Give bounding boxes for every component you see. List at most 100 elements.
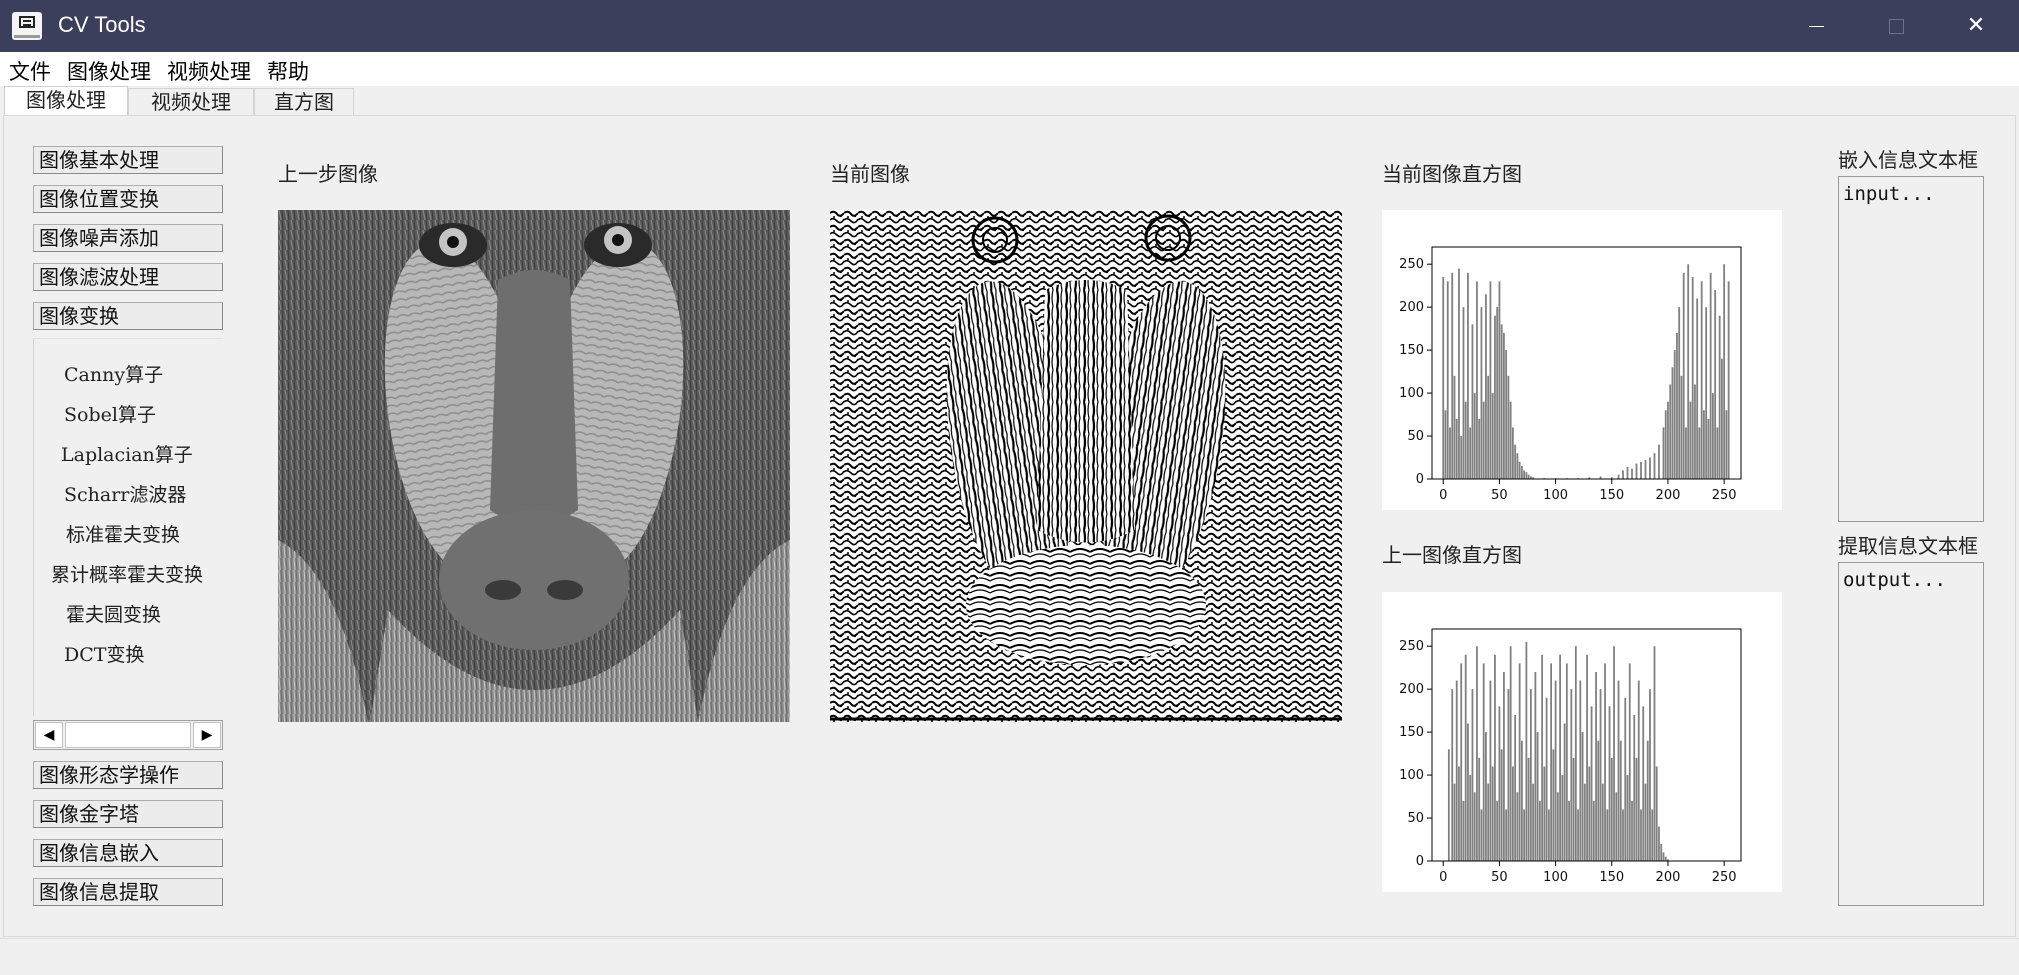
hist-bar xyxy=(1491,393,1494,479)
hist-bar xyxy=(1536,732,1539,861)
hist-bar xyxy=(1586,654,1588,861)
scroll-right-icon[interactable]: ▶ xyxy=(193,722,221,748)
hist-bar xyxy=(1473,792,1476,861)
extract-text-output[interactable]: output... xyxy=(1838,562,1984,906)
y-tick-label: 150 xyxy=(1399,343,1424,358)
menu-file[interactable]: 文件 xyxy=(9,56,51,86)
hist-bar xyxy=(1622,470,1624,479)
tool-transform[interactable]: 图像变换 xyxy=(33,302,223,330)
tool-info-extract[interactable]: 图像信息提取 xyxy=(33,878,223,906)
tab-video-processing[interactable]: 视频处理 xyxy=(128,88,254,116)
tool-basic-processing[interactable]: 图像基本处理 xyxy=(33,146,223,174)
hist-bar xyxy=(1480,809,1483,861)
hist-bar xyxy=(1604,663,1606,861)
hist-bar xyxy=(1460,663,1463,861)
hist-bar xyxy=(1523,470,1526,479)
tab-image-processing[interactable]: 图像处理 xyxy=(4,86,128,116)
hist-bar xyxy=(1446,281,1449,479)
hist-bar xyxy=(1482,401,1485,479)
y-tick-label: 250 xyxy=(1399,257,1424,272)
embed-text-input[interactable]: input... xyxy=(1838,176,1984,522)
menu-help[interactable]: 帮助 xyxy=(267,56,309,86)
hist-bar xyxy=(1597,740,1600,861)
hist-bar xyxy=(1678,307,1681,479)
y-tick-label: 50 xyxy=(1407,811,1424,826)
hist-bar xyxy=(1509,401,1512,479)
maximize-button[interactable] xyxy=(1856,0,1936,52)
hist-bar xyxy=(1503,332,1505,479)
x-tick-label: 200 xyxy=(1656,488,1681,503)
hist-bar xyxy=(1541,654,1544,861)
hist-bar xyxy=(1653,646,1656,861)
hist-bar xyxy=(1703,410,1705,479)
menu-video-processing[interactable]: 视频处理 xyxy=(167,56,251,86)
hist-bar xyxy=(1705,307,1708,479)
item-sobel[interactable]: Sobel算子 xyxy=(64,400,156,427)
hist-bar xyxy=(1550,663,1553,861)
hist-bar xyxy=(1662,427,1665,479)
item-scharr[interactable]: Scharr滤波器 xyxy=(64,480,186,507)
tool-position-transform[interactable]: 图像位置变换 xyxy=(33,185,223,213)
item-laplacian[interactable]: Laplacian算子 xyxy=(61,440,193,467)
tool-noise-add[interactable]: 图像噪声添加 xyxy=(33,224,223,252)
hist-bar xyxy=(1527,474,1530,479)
hist-bar xyxy=(1455,418,1458,479)
hist-bar xyxy=(1664,856,1667,861)
scroll-thumb[interactable] xyxy=(65,722,191,748)
menu-bar: 文件 图像处理 视频处理 帮助 xyxy=(0,52,2019,86)
hist-bar xyxy=(1671,367,1674,479)
hist-bar xyxy=(1514,444,1517,479)
hist-bar xyxy=(1525,472,1528,479)
tool-morphology[interactable]: 图像形态学操作 xyxy=(33,761,223,789)
hist-bar xyxy=(1512,766,1514,861)
tab-histogram[interactable]: 直方图 xyxy=(254,88,354,116)
hist-bar xyxy=(1554,680,1557,861)
x-tick-label: 200 xyxy=(1656,870,1681,885)
x-tick-label: 100 xyxy=(1543,870,1568,885)
hist-bar xyxy=(1496,307,1499,479)
hist-bar xyxy=(1649,457,1651,479)
hist-bar xyxy=(1507,689,1510,861)
hist-bar xyxy=(1626,466,1629,479)
hist-bar xyxy=(1505,809,1508,861)
y-tick-label: 250 xyxy=(1399,639,1424,654)
hist-bar xyxy=(1489,281,1492,479)
horizontal-scrollbar[interactable]: ◀ ▶ xyxy=(33,720,223,750)
embed-heading: 嵌入信息文本框 xyxy=(1838,148,1978,172)
scroll-left-icon[interactable]: ◀ xyxy=(35,722,63,748)
hist-bar xyxy=(1487,375,1490,479)
minimize-button[interactable] xyxy=(1776,0,1856,52)
item-hough-circle[interactable]: 霍夫圆变换 xyxy=(66,600,161,627)
hist-bar xyxy=(1646,740,1649,861)
hist-bar xyxy=(1592,800,1595,861)
hist-bar xyxy=(1498,706,1501,861)
tool-filter[interactable]: 图像滤波处理 xyxy=(33,263,223,291)
hist-bar xyxy=(1662,852,1665,861)
hist-bar xyxy=(1505,350,1508,479)
close-button[interactable]: ✕ xyxy=(1936,0,2016,52)
tool-pyramid[interactable]: 图像金字塔 xyxy=(33,800,223,828)
hist-bar xyxy=(1651,809,1654,861)
y-tick-label: 200 xyxy=(1399,682,1424,697)
hist-bar xyxy=(1635,757,1638,861)
hist-bar xyxy=(1694,384,1696,479)
item-dct[interactable]: DCT变换 xyxy=(64,640,144,667)
hist-bar xyxy=(1617,680,1620,861)
hist-bar xyxy=(1716,427,1719,479)
item-canny[interactable]: Canny算子 xyxy=(64,360,163,387)
curr-image-heading: 当前图像 xyxy=(830,162,910,186)
item-hough-probabilistic[interactable]: 累计概率霍夫变换 xyxy=(51,560,203,587)
hist-bar xyxy=(1568,800,1570,861)
hist-bar xyxy=(1595,671,1597,861)
tool-info-embed[interactable]: 图像信息嵌入 xyxy=(33,839,223,867)
hist-bar xyxy=(1518,663,1521,861)
hist-bar xyxy=(1514,714,1517,861)
item-hough-standard[interactable]: 标准霍夫变换 xyxy=(66,520,180,547)
hist-bar xyxy=(1622,809,1624,861)
hist-bar xyxy=(1473,393,1476,479)
hist-bar xyxy=(1644,460,1647,479)
hist-bar xyxy=(1556,792,1559,861)
menu-image-processing[interactable]: 图像处理 xyxy=(67,56,151,86)
hist-bar xyxy=(1613,646,1615,861)
hist-bar xyxy=(1462,800,1465,861)
